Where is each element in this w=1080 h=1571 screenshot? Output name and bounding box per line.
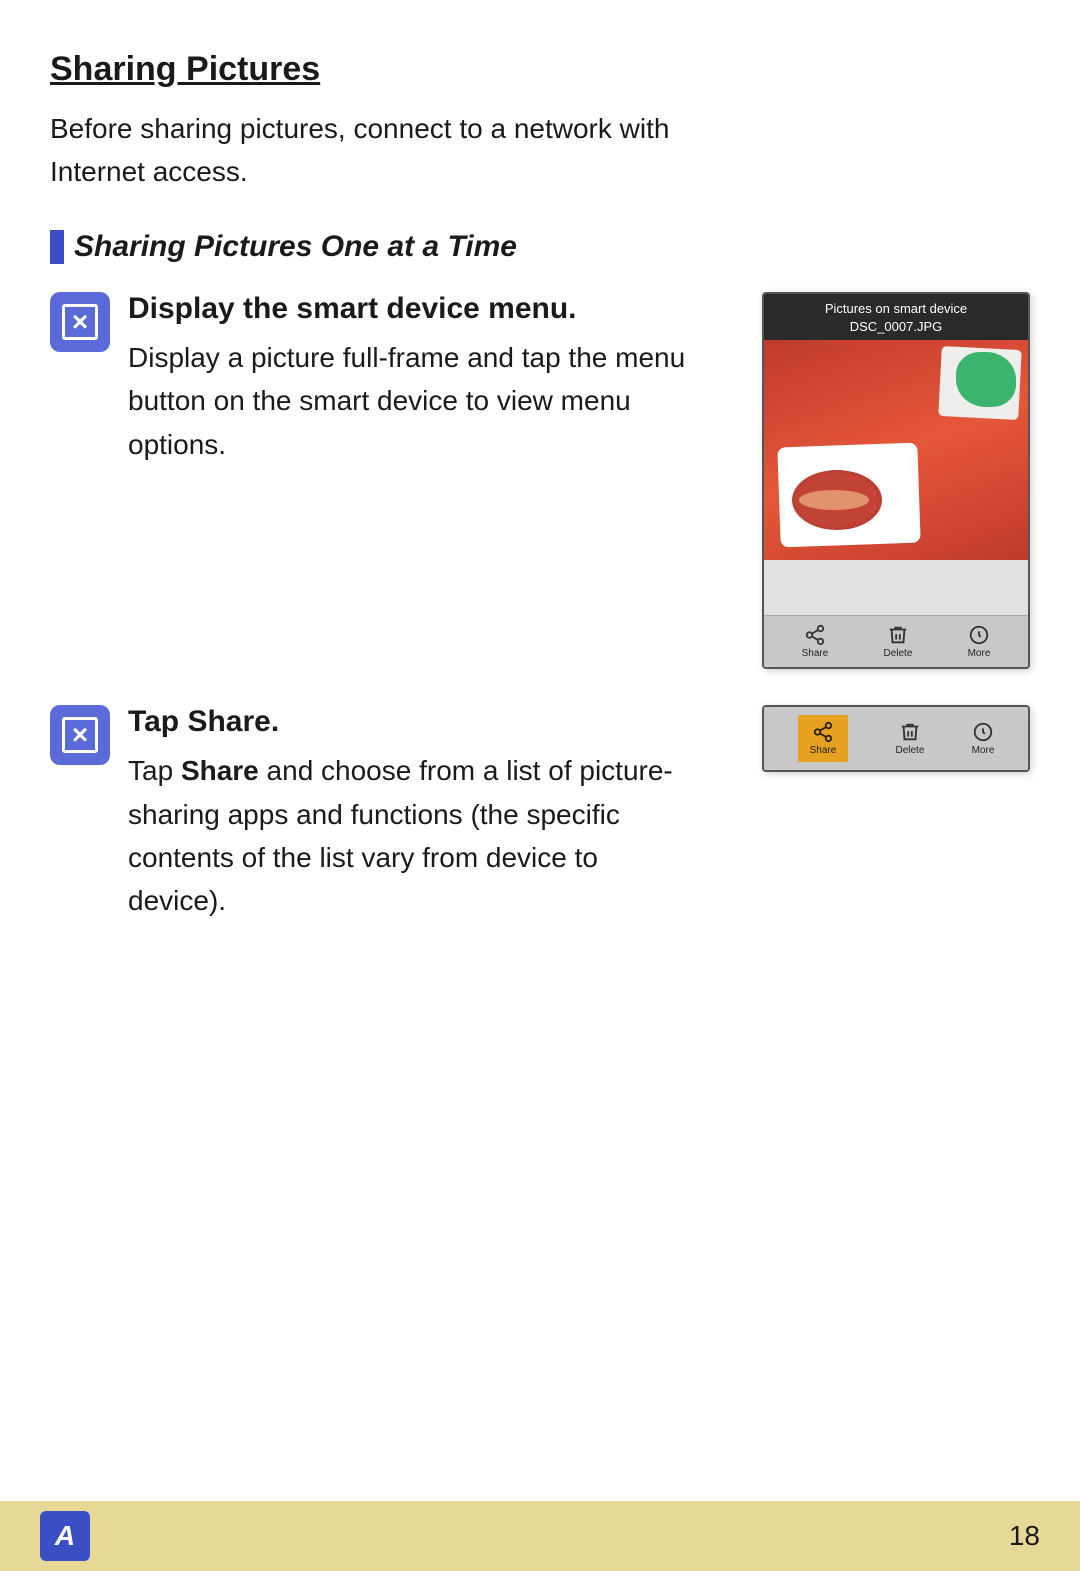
step-1-body: Display a picture full-frame and tap the… xyxy=(128,336,688,466)
share-label-1: Share xyxy=(802,648,829,659)
step-1-image: Pictures on smart device DSC_0007.JPG xyxy=(762,292,1030,669)
step-2-text: Tap Share. Tap Share and choose from a l… xyxy=(128,705,732,923)
share-label-2: Share xyxy=(810,745,837,756)
step-2-icon xyxy=(50,705,110,765)
phone-image-area xyxy=(764,340,1028,560)
step-2-icon-inner xyxy=(62,717,98,753)
step-2-title-bold: Share. xyxy=(187,705,279,738)
step-2-body-prefix: Tap xyxy=(128,755,181,786)
step-2-image: Share Delete xyxy=(762,705,1030,772)
phone-gray-area xyxy=(764,560,1028,615)
more-label-2: More xyxy=(972,745,995,756)
action-more-1: More xyxy=(968,624,991,659)
step-1-text: Display the smart device menu. Display a… xyxy=(128,292,732,466)
more-label-1: More xyxy=(968,648,991,659)
phone-header: Pictures on smart device DSC_0007.JPG xyxy=(764,294,1028,340)
step-1-icon-inner xyxy=(62,304,98,340)
phone-header-line2: DSC_0007.JPG xyxy=(772,318,1020,336)
step-2: Tap Share. Tap Share and choose from a l… xyxy=(50,705,1030,923)
phone-header-line1: Pictures on smart device xyxy=(772,300,1020,318)
delete-label-2: Delete xyxy=(895,745,924,756)
phone-action-bar-2: Share Delete xyxy=(764,707,1028,770)
phone-screen-1: Pictures on smart device DSC_0007.JPG xyxy=(762,292,1030,669)
step-2-title: Tap Share. xyxy=(128,705,732,739)
step-2-title-prefix: Tap xyxy=(128,705,187,738)
step-1-icon xyxy=(50,292,110,352)
action-delete-1: Delete xyxy=(883,624,912,659)
section-heading-text: Sharing Pictures One at a Time xyxy=(74,230,517,264)
delete-label-1: Delete xyxy=(883,648,912,659)
step-2-body-bold: Share xyxy=(181,755,259,786)
step-1: Display the smart device menu. Display a… xyxy=(50,292,1030,669)
page-title: Sharing Pictures xyxy=(50,50,1030,89)
footer-logo: A xyxy=(40,1511,90,1561)
action-delete-2: Delete xyxy=(895,721,924,756)
step-1-title: Display the smart device menu. xyxy=(128,292,732,326)
phone-screen-2: Share Delete xyxy=(762,705,1030,772)
action-share-highlighted: Share xyxy=(798,715,849,762)
step-2-body: Tap Share and choose from a list of pict… xyxy=(128,749,688,923)
phone-action-bar-1: Share Delete xyxy=(764,615,1028,667)
intro-text: Before sharing pictures, connect to a ne… xyxy=(50,107,670,194)
section-heading: Sharing Pictures One at a Time xyxy=(50,230,1030,264)
page-number: 18 xyxy=(1009,1520,1040,1552)
page-footer: A 18 xyxy=(0,1501,1080,1571)
section-bar-icon xyxy=(50,230,64,264)
action-share-1: Share xyxy=(802,624,829,659)
action-more-2: More xyxy=(972,721,995,756)
